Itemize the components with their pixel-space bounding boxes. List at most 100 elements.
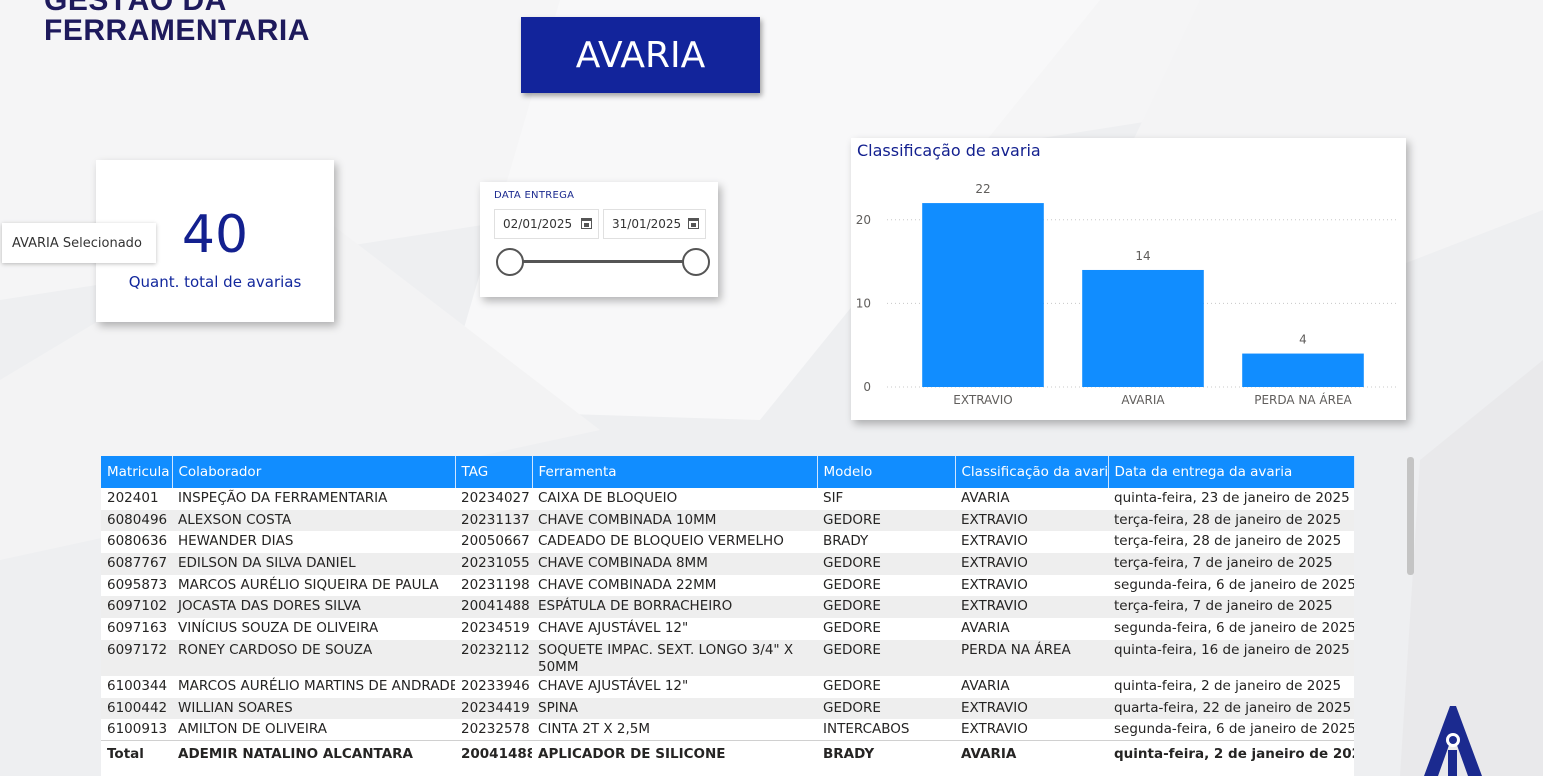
table-cell: MARCOS AURÉLIO MARTINS DE ANDRADE bbox=[178, 677, 455, 694]
calendar-icon[interactable] bbox=[688, 218, 699, 229]
table-cell: GEDORE bbox=[817, 596, 955, 619]
table-cell: AVARIA bbox=[961, 620, 1010, 637]
table-row[interactable]: 6080496 ALEXSON COSTA 20231137 CHAVE COMBIN… bbox=[101, 509, 1354, 532]
x-tick-label: EXTRAVIO bbox=[953, 393, 1012, 407]
app-title: GESTÃO DA FERRAMENTARIA bbox=[44, 0, 310, 46]
table-cell: PERDA NA ÁREA bbox=[955, 639, 1108, 676]
table-cell: ESPÁTULA DE BORRACHEIRO bbox=[532, 596, 817, 619]
table-cell: GEDORE bbox=[817, 639, 955, 676]
table-cell: 6095873 bbox=[107, 576, 168, 593]
column-header[interactable]: Classificação da avaria bbox=[955, 456, 1109, 488]
table-cell: MARCOS AURÉLIO SIQUEIRA DE PAULA bbox=[178, 576, 439, 593]
slider-track[interactable] bbox=[510, 260, 696, 263]
table-cell: 20234027 bbox=[461, 490, 530, 506]
y-tick-label: 0 bbox=[863, 380, 871, 394]
bar[interactable] bbox=[1082, 269, 1204, 387]
table-cell: EXTRAVIO bbox=[955, 697, 1108, 720]
table-cell: 20050667 bbox=[461, 533, 530, 550]
slicer-title: DATA ENTREGA bbox=[494, 190, 575, 201]
table-cell: CAIXA DE BLOQUEIO bbox=[538, 490, 678, 506]
y-tick-label: 20 bbox=[856, 213, 871, 227]
table-cell: GEDORE bbox=[823, 576, 881, 593]
slider-end-handle[interactable] bbox=[682, 248, 710, 276]
table-cell: VINÍCIUS SOUZA DE OLIVEIRA bbox=[178, 620, 379, 637]
column-header[interactable]: Ferramenta bbox=[532, 456, 818, 488]
table-cell: AMILTON DE OLIVEIRA bbox=[178, 721, 327, 738]
bar-chart: 0 10 20 22 EXTRAVIO 14 AVARIA 4 PERDA NA ÁREA bbox=[856, 182, 1399, 407]
scrollbar-thumb[interactable] bbox=[1407, 457, 1414, 575]
page-title-button[interactable]: AVARIA bbox=[521, 17, 760, 93]
table-row[interactable]: 6097102 JOCASTA DAS DORES SILVA 20041488 ES… bbox=[101, 596, 1354, 619]
table-row[interactable]: 6097172 RONEY CARDOSO DE SOUZA 20232112 SOQ… bbox=[101, 639, 1354, 676]
column-header[interactable]: TAG bbox=[455, 456, 533, 488]
table-cell: 6100344 bbox=[107, 677, 168, 694]
table-header-row: Matricula Colaborador TAG Ferramenta Modelo C… bbox=[101, 456, 1355, 488]
table-cell: GEDORE bbox=[817, 509, 955, 532]
bar-chart-card[interactable]: 0 10 20 22 EXTRAVIO 14 AVARIA 4 PERDA NA ÁREA Cl… bbox=[851, 138, 1406, 420]
table-row[interactable]: 6100913 AMILTON DE OLIVEIRA 20232578 CINTA … bbox=[101, 719, 1354, 741]
table-cell: 6100442 bbox=[101, 697, 172, 720]
data-label: 4 bbox=[1299, 333, 1307, 347]
table-cell: EXTRAVIO bbox=[961, 576, 1028, 593]
table-row[interactable]: 6080636 HEWANDER DIAS 20050667 CADEADO DE B… bbox=[101, 531, 1354, 553]
end-date-input[interactable]: 31/01/2025 bbox=[603, 209, 706, 239]
table-row[interactable]: 6087767 EDILSON DA SILVA DANIEL 20231055 CH… bbox=[101, 553, 1354, 575]
x-tick-label: AVARIA bbox=[1121, 393, 1165, 407]
table-cell: EXTRAVIO bbox=[961, 533, 1028, 550]
table-cell: RONEY CARDOSO DE SOUZA bbox=[172, 639, 455, 676]
table-cell: GEDORE bbox=[817, 697, 955, 720]
table-cell: CHAVE AJUSTÁVEL 12" bbox=[538, 620, 689, 637]
table-cell: INTERCABOS bbox=[823, 721, 910, 738]
table-cell: 20232112 bbox=[455, 639, 532, 676]
bar[interactable] bbox=[922, 203, 1044, 387]
table-row[interactable]: 6100442 WILLIAN SOARES 20234419 SPINA GEDORE… bbox=[101, 697, 1354, 720]
table-cell: 6097172 bbox=[101, 639, 172, 676]
table-cell: quinta-feira, 2 de janeiro de 2025 bbox=[1114, 677, 1342, 694]
table-row[interactable]: 6097163 VINÍCIUS SOUZA DE OLIVEIRA 2023451… bbox=[101, 618, 1354, 640]
column-header[interactable]: Data da entrega da avaria bbox=[1108, 456, 1355, 488]
start-date-input[interactable]: 02/01/2025 bbox=[494, 209, 599, 239]
table-cell: 6087767 bbox=[101, 553, 172, 575]
table-cell: segunda-feira, 6 de janeiro de 2025 bbox=[1114, 721, 1354, 738]
column-header[interactable]: Colaborador bbox=[172, 456, 456, 488]
table-cell: BRADY bbox=[823, 533, 869, 550]
total-cell: quinta-feira, 2 de janeiro de 2025 bbox=[1108, 740, 1354, 768]
table-row[interactable]: 6095873 MARCOS AURÉLIO SIQUEIRA DE PAULA 2… bbox=[101, 575, 1354, 597]
data-table[interactable]: Matricula Colaborador TAG Ferramenta Modelo C… bbox=[101, 456, 1355, 776]
table-cell: INSPEÇÃO DA FERRAMENTARIA bbox=[178, 490, 388, 506]
table-cell: quinta-feira, 16 de janeiro de 2025 bbox=[1108, 639, 1354, 676]
table-cell: CADEADO DE BLOQUEIO VERMELHO bbox=[538, 533, 784, 550]
table-cell: GEDORE bbox=[817, 553, 955, 575]
column-header[interactable]: Modelo bbox=[817, 456, 956, 488]
table-cell: 20232578 bbox=[461, 721, 530, 738]
table-cell: segunda-feira, 6 de janeiro de 2025 bbox=[1114, 620, 1354, 637]
table-scrollbar[interactable] bbox=[1406, 457, 1415, 776]
table-cell: 6097163 bbox=[107, 620, 168, 637]
table-cell: 20234519 bbox=[461, 620, 530, 637]
bar[interactable] bbox=[1242, 353, 1364, 387]
table-cell: quinta-feira, 23 de janeiro de 2025 bbox=[1114, 490, 1350, 506]
data-label: 14 bbox=[1135, 249, 1150, 263]
app-title-line2: FERRAMENTARIA bbox=[44, 14, 310, 47]
table-row[interactable]: 6100344 MARCOS AURÉLIO MARTINS DE ANDRADE… bbox=[101, 676, 1354, 698]
table-cell: WILLIAN SOARES bbox=[172, 697, 455, 720]
company-logo-icon bbox=[1424, 706, 1482, 776]
table-cell: AVARIA bbox=[961, 490, 1010, 506]
table-cell: HEWANDER DIAS bbox=[178, 533, 294, 550]
table-cell: EXTRAVIO bbox=[955, 553, 1108, 575]
slider-start-handle[interactable] bbox=[496, 248, 524, 276]
total-cell: AVARIA bbox=[955, 740, 1108, 768]
table-cell: EXTRAVIO bbox=[955, 596, 1108, 619]
table-cell: GEDORE bbox=[823, 620, 881, 637]
table-cell: terça-feira, 7 de janeiro de 2025 bbox=[1108, 596, 1354, 619]
table-cell: CHAVE COMBINADA 8MM bbox=[532, 553, 817, 575]
calendar-icon[interactable] bbox=[581, 218, 592, 229]
date-slicer[interactable]: DATA ENTREGA 02/01/2025 31/01/2025 bbox=[480, 182, 718, 297]
column-header[interactable]: Matricula bbox=[101, 456, 173, 488]
total-cell: BRADY bbox=[817, 740, 955, 768]
table-cell: SIF bbox=[823, 490, 844, 506]
table-row[interactable]: 202401 INSPEÇÃO DA FERRAMENTARIA 20234027 C… bbox=[101, 488, 1354, 510]
table-cell: 202401 bbox=[107, 490, 159, 506]
chart-title: Classificação de avaria bbox=[857, 141, 1041, 160]
table-cell: EXTRAVIO bbox=[961, 721, 1028, 738]
